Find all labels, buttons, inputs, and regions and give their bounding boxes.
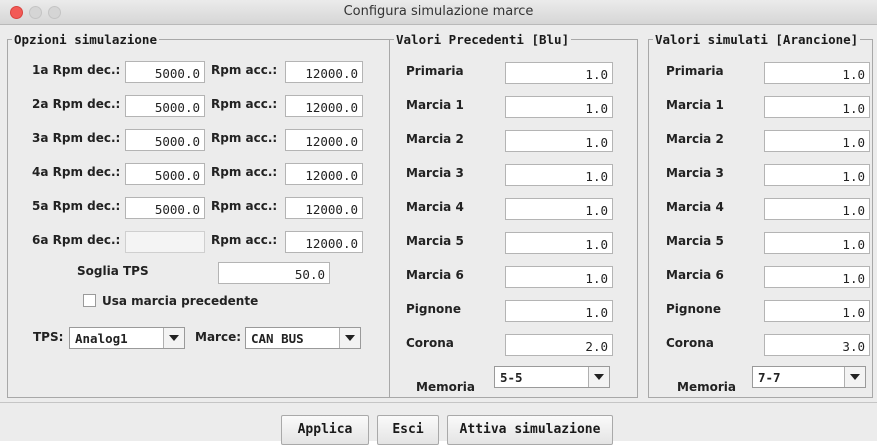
simulated-values-row-label: Marcia 2 [666,132,724,146]
previous-values-row-label: Pignone [406,302,461,316]
dialog-window: Configura simulazione marce Opzioni simu… [0,0,877,445]
tps-select[interactable]: Analog1 [69,327,185,349]
simulated-values-row-field[interactable]: 1.0 [764,96,870,118]
previous-values-row-label: Marcia 3 [406,166,464,180]
previous-values-row-label: Primaria [406,64,464,78]
simulated-values-row-label: Marcia 4 [666,200,724,214]
simulated-memory-select[interactable]: 7-7 [752,366,866,388]
simulated-memory-value: 7-7 [758,370,781,385]
previous-values-row-field[interactable]: 1.0 [505,164,613,186]
chevron-down-icon [588,367,609,387]
button-bar-divider [0,402,877,403]
gear6-rpm-dec-field[interactable] [125,231,205,253]
gear3-rpm-dec-label: 3a Rpm dec.: [32,131,121,145]
simulated-values-row-field[interactable]: 1.0 [764,130,870,152]
gear6-rpm-acc-field[interactable]: 12000.0 [285,231,363,253]
gears-select-value: CAN BUS [251,331,304,346]
gear4-rpm-dec-field[interactable]: 5000.0 [125,163,205,185]
gear2-rpm-dec-label: 2a Rpm dec.: [32,97,121,111]
tps-threshold-field[interactable]: 50.0 [218,262,330,284]
gears-label: Marce: [195,330,242,344]
tps-select-value: Analog1 [75,331,128,346]
simulated-values-row-label: Marcia 1 [666,98,724,112]
use-previous-gear-label: Usa marcia precedente [102,294,259,308]
use-previous-gear-checkbox[interactable] [83,294,96,307]
simulated-values-row-field[interactable]: 1.0 [764,198,870,220]
simulated-values-row-field[interactable]: 1.0 [764,300,870,322]
simulated-memory-label: Memoria [677,380,736,394]
previous-values-row-field[interactable]: 1.0 [505,62,613,84]
chevron-down-icon [844,367,865,387]
previous-values-row-label: Marcia 2 [406,132,464,146]
window-title: Configura simulazione marce [343,4,534,19]
gear1-rpm-dec-label: 1a Rpm dec.: [32,63,121,77]
gears-select[interactable]: CAN BUS [245,327,361,349]
simulated-values-row-label: Marcia 6 [666,268,724,282]
simulated-values-title: Valori simulati [Arancione] [655,32,859,47]
previous-values-row-field[interactable]: 1.0 [505,96,613,118]
gear5-rpm-dec-label: 5a Rpm dec.: [32,199,121,213]
simulated-values-row-field[interactable]: 3.0 [764,334,870,356]
previous-values-row-label: Marcia 5 [406,234,464,248]
gear2-rpm-dec-field[interactable]: 5000.0 [125,95,205,117]
previous-values-title: Valori Precedenti [Blu] [396,32,570,47]
gear5-rpm-acc-label: Rpm acc.: [211,199,278,213]
gear2-rpm-acc-field[interactable]: 12000.0 [285,95,363,117]
gear3-rpm-acc-field[interactable]: 12000.0 [285,129,363,151]
previous-values-row-label: Marcia 6 [406,268,464,282]
previous-memory-select[interactable]: 5-5 [494,366,610,388]
previous-values-row-field[interactable]: 1.0 [505,232,613,254]
simulated-values-row-field[interactable]: 1.0 [764,164,870,186]
simulated-values-row-field[interactable]: 1.0 [764,266,870,288]
previous-values-row-field[interactable]: 1.0 [505,266,613,288]
previous-values-row-field[interactable]: 1.0 [505,300,613,322]
options-panel-title: Opzioni simulazione [14,32,157,47]
previous-memory-value: 5-5 [500,370,523,385]
previous-values-row-field[interactable]: 1.0 [505,198,613,220]
simulated-values-row-label: Marcia 5 [666,234,724,248]
gear3-rpm-dec-field[interactable]: 5000.0 [125,129,205,151]
simulated-values-row-field[interactable]: 1.0 [764,62,870,84]
simulated-values-row-label: Marcia 3 [666,166,724,180]
tps-threshold-label: Soglia TPS [77,264,149,278]
gear5-rpm-dec-field[interactable]: 5000.0 [125,197,205,219]
gear1-rpm-dec-field[interactable]: 5000.0 [125,61,205,83]
simulated-values-row-label: Pignone [666,302,721,316]
previous-values-row-field[interactable]: 2.0 [505,334,613,356]
previous-memory-label: Memoria [416,380,475,394]
gear4-rpm-dec-label: 4a Rpm dec.: [32,165,121,179]
gear1-rpm-acc-field[interactable]: 12000.0 [285,61,363,83]
chevron-down-icon [339,328,360,348]
previous-values-row-label: Marcia 4 [406,200,464,214]
gear4-rpm-acc-field[interactable]: 12000.0 [285,163,363,185]
previous-values-row-field[interactable]: 1.0 [505,130,613,152]
chevron-down-icon [163,328,184,348]
simulated-values-row-label: Corona [666,336,714,350]
simulated-values-row-field[interactable]: 1.0 [764,232,870,254]
gear4-rpm-acc-label: Rpm acc.: [211,165,278,179]
previous-values-row-label: Corona [406,336,454,350]
title-bar: Configura simulazione marce [0,0,877,25]
gear6-rpm-acc-label: Rpm acc.: [211,233,278,247]
simulated-values-row-label: Primaria [666,64,724,78]
gear5-rpm-acc-field[interactable]: 12000.0 [285,197,363,219]
gear3-rpm-acc-label: Rpm acc.: [211,131,278,145]
tps-label: TPS: [33,330,64,344]
gear2-rpm-acc-label: Rpm acc.: [211,97,278,111]
previous-values-row-label: Marcia 1 [406,98,464,112]
gear6-rpm-dec-label: 6a Rpm dec.: [32,233,121,247]
gear1-rpm-acc-label: Rpm acc.: [211,63,278,77]
